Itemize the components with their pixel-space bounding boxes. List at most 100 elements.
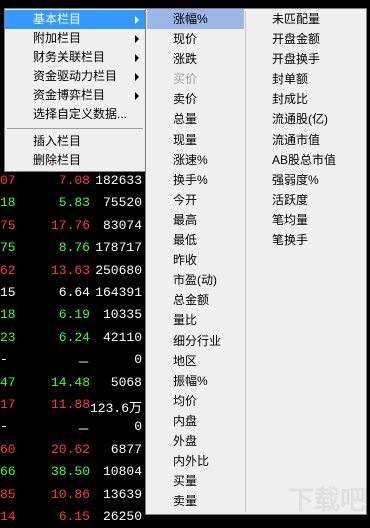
submenu-column-item[interactable]: 流通市值 [247,130,364,150]
menu-item-label: 涨跌 [173,52,198,67]
submenu-column-item[interactable]: 外盘 [147,431,244,451]
submenu-column-item[interactable]: 细分行业 [147,331,244,351]
submenu-arrow-icon [135,16,139,24]
submenu-column-item[interactable]: 内外比 [147,451,244,471]
submenu-arrow-icon [135,73,139,81]
row-volume-cell: 6877 [110,441,142,457]
row-code-cell: 07 [0,173,16,188]
submenu-column-item[interactable]: 涨跌 [147,49,244,69]
submenu-column-item[interactable]: 流通股(亿) [247,109,364,129]
menu-item-3[interactable]: 资金驱动力栏目 [5,67,145,86]
menu-item-label: 最高 [173,212,198,227]
submenu-column-item[interactable]: 笔均量 [247,210,364,230]
submenu-column-item[interactable]: 强弱度% [247,170,364,190]
submenu-column-item[interactable]: 今开 [147,190,244,210]
submenu-column-item[interactable]: 量比 [147,310,244,330]
menu-item-label: 封成比 [272,92,309,107]
row-price-cell: － [76,356,90,372]
menu-item-label: 最低 [173,233,198,248]
submenu-column-item[interactable]: 现量 [147,130,244,150]
submenu-column-item[interactable]: 总量 [147,109,244,129]
submenu-column-item[interactable]: 昨收 [147,250,244,270]
menu-item-4[interactable]: 资金博弈栏目 [5,86,145,105]
submenu-column-item[interactable]: 封单额 [247,69,364,89]
row-volume-cell: 250680 [95,262,142,278]
row-price-cell: 17.76 [50,217,90,233]
submenu-column-item[interactable]: 总金额 [147,290,244,310]
submenu-column-item[interactable]: 买价 [147,69,244,89]
row-price-cell: 6.64 [58,285,90,300]
menu-item-label: 买量 [173,474,198,489]
row-code-cell: 75 [0,240,16,256]
row-volume-cell: 164391 [95,285,142,300]
row-volume-cell: 0 [134,419,142,435]
menu-item-label: 基本栏目 [33,12,82,26]
submenu-column-item[interactable]: 涨速% [147,150,244,170]
submenu-column-item[interactable]: 卖价 [147,89,244,109]
row-volume-cell: 123.6万 [89,401,142,416]
menu-item-label: 均价 [173,393,198,408]
menu-item-label: 流通市值 [272,132,321,147]
menu-item-label: 总量 [173,112,198,127]
submenu-column-item[interactable]: 最高 [147,210,244,230]
menu-item-label: 未匹配量 [272,12,321,26]
menu-item-5[interactable]: 选择自定义数据... [5,105,145,124]
submenu-column-item[interactable]: 开盘金额 [247,29,364,49]
submenu-column-item[interactable]: 换手% [147,170,244,190]
submenu-column-item[interactable]: AB股总市值 [247,150,364,170]
submenu-column-item[interactable]: 开盘换手 [247,49,364,69]
menu-item-label: 内外比 [173,454,210,469]
row-price-cell: 5.83 [58,195,90,211]
submenu-column-item[interactable]: 最低 [147,230,244,250]
menu-item-label: AB股总市值 [272,152,337,167]
submenu-column-item[interactable]: 市盈(动) [147,270,244,290]
menu-item-label: 选择自定义数据... [33,107,128,121]
menu-item-label: 涨速% [173,152,208,167]
submenu-column-item[interactable]: 地区 [147,351,244,371]
submenu-column-item[interactable]: 卖量 [147,491,244,511]
row-price-cell: 8.76 [58,240,90,256]
row-code-cell: 75 [0,217,16,233]
menu-item-label: 卖价 [173,92,198,107]
menu-item-2[interactable]: 财务关联栏目 [5,48,145,67]
row-price-cell: 10.86 [50,486,90,502]
menu-item-label: 开盘换手 [272,52,321,67]
menu-item-label: 外盘 [173,433,198,448]
row-code-cell: 85 [0,486,16,502]
row-price-cell: 11.88 [50,397,90,412]
row-code-cell: 15 [0,285,16,300]
menu-item-0[interactable]: 基本栏目 [5,10,145,29]
row-price-cell: 6.24 [58,329,90,345]
menu-item-label: 删除栏目 [33,153,82,167]
menu-item-action-0[interactable]: 插入栏目 [5,132,145,151]
submenu-column-item[interactable]: 笔换手 [247,230,364,250]
submenu-column-item[interactable]: 均价 [147,391,244,411]
row-code-cell: 23 [0,329,16,345]
row-code-cell: 62 [0,262,16,278]
submenu-column-item[interactable]: 内盘 [147,411,244,431]
row-volume-cell: 83074 [102,217,142,233]
submenu-column-item[interactable]: 涨幅% [147,9,244,30]
row-price-cell: 20.62 [50,441,90,457]
row-code-cell: 60 [0,441,16,457]
submenu-column-item[interactable]: 振幅% [147,371,244,391]
submenu-column-item[interactable]: 活跃度 [247,190,364,210]
row-volume-cell: 10804 [102,464,142,480]
row-volume-cell: 26250 [102,509,142,524]
menu-item-label: 地区 [173,353,198,368]
menu-item-label: 插入栏目 [33,134,82,148]
submenu-column-item[interactable]: 未匹配量 [247,9,364,29]
menu-item-label: 活跃度 [272,192,309,207]
row-volume-cell: 42110 [102,329,142,345]
row-code-cell: 18 [0,307,16,323]
row-code-cell: 18 [0,195,16,211]
submenu-column-item[interactable]: 现价 [147,29,244,49]
row-volume-cell: 10335 [102,307,142,323]
submenu-column-item[interactable]: 封成比 [247,89,364,109]
submenu-column-item[interactable]: 买量 [147,471,244,491]
menu-item-action-1[interactable]: 删除栏目 [5,151,145,170]
menu-item-label: 换手% [173,172,208,187]
submenu-arrow-icon [135,35,139,43]
menu-item-1[interactable]: 附加栏目 [5,29,145,48]
menu-item-label: 流通股(亿) [272,112,328,127]
